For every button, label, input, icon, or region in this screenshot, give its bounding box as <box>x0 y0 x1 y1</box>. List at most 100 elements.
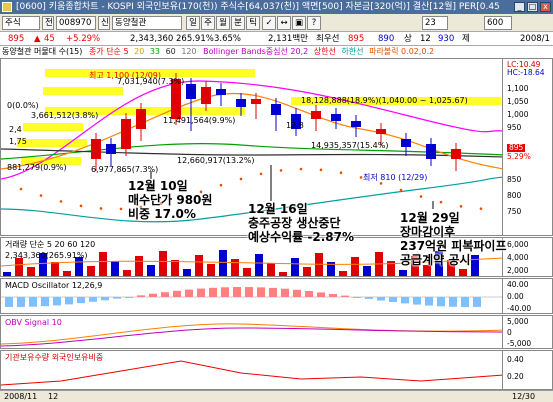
low-price-label: 최저 810 (12/29) <box>363 173 428 182</box>
macd-bar <box>113 297 121 299</box>
axis-label: 40.00 <box>507 280 529 289</box>
macd-bar <box>293 289 301 297</box>
legend-ma60[interactable]: 60 <box>166 47 176 56</box>
volume-bar <box>123 270 131 276</box>
axis-label: 1,100 <box>507 84 529 93</box>
legend-bollinger[interactable]: Bollinger Bands중심선 20,2 <box>203 47 308 56</box>
help-icon[interactable]: ? <box>307 16 321 30</box>
macd-bar <box>437 297 445 307</box>
date-end: 12/30 <box>512 392 536 401</box>
legend-price-ma[interactable]: 종가 단순 5 <box>89 47 129 56</box>
volume-bar <box>351 257 359 276</box>
volume-bar <box>87 266 95 276</box>
vol-profile-label-3: 11,491,564(9.9%) <box>163 116 236 125</box>
macd-bar <box>269 287 277 297</box>
legend-ma120[interactable]: 120 <box>181 47 196 56</box>
volume-bar <box>243 268 251 276</box>
legend-ma20[interactable]: 20 <box>134 47 144 56</box>
vol-profile-label-8: 6,977,865(7.3%) <box>91 165 159 174</box>
small-tool-icon-3[interactable]: ▣ <box>292 16 306 30</box>
legend-lower-band[interactable]: 하한선 <box>341 47 363 56</box>
annotation-line: 237억원 피복파이프 <box>400 239 507 253</box>
vol-profile-label-6: 14,935,357(15.4%) <box>311 141 389 150</box>
legend-parabolic[interactable]: 파라볼릭 0.02,0.2 <box>369 47 434 56</box>
volume-bar <box>459 269 467 276</box>
volume-bar <box>171 260 179 276</box>
volume-bar <box>63 271 71 276</box>
axis-label: -40.00 <box>507 304 532 313</box>
change-arrow-icon: ▲ <box>34 34 41 44</box>
stock-code-input[interactable]: 008970 <box>56 16 96 30</box>
unit-two: 930 <box>438 34 455 44</box>
macd-bar <box>329 293 337 297</box>
close-button[interactable]: x <box>540 2 551 12</box>
vol-profile-label-5: 12,8 <box>286 121 304 130</box>
holdings-chart-panel[interactable]: 기관보유수량 외국인보유비중 <box>0 350 503 390</box>
credit-button[interactable]: 신 <box>98 16 110 30</box>
maximize-button[interactable]: □ <box>527 2 538 12</box>
legend-stock[interactable]: 동양철관 머물대 수(15) <box>2 47 82 56</box>
period-week-button[interactable]: 주 <box>201 16 215 30</box>
candle-body <box>216 89 226 95</box>
macd-bar <box>125 297 133 298</box>
current-change-tag: 5.29% <box>507 152 531 161</box>
macd-bar <box>101 297 109 301</box>
search-button[interactable]: 전 <box>42 16 54 30</box>
parabolic-dot <box>359 176 363 179</box>
macd-bar <box>317 292 325 297</box>
ask-price: 895 <box>348 34 365 44</box>
parabolic-dot <box>399 188 403 192</box>
parabolic-dot <box>39 194 43 197</box>
parabolic-dot <box>299 167 303 171</box>
macd-chart-panel[interactable]: MACD Oscillator 12,26,9 <box>0 278 503 314</box>
holdings-line <box>1 360 502 386</box>
macd-bar <box>341 295 349 297</box>
parabolic-dot <box>239 177 243 181</box>
volume-profile-band <box>23 123 83 131</box>
small-tool-icon-2[interactable]: ↔ <box>277 16 291 30</box>
vol-profile-label-2: 3,661,512(3.8%) <box>31 111 99 120</box>
small-tool-icon-1[interactable]: ✓ <box>262 16 276 30</box>
annotation-dec16: 12월 16일 충주공장 생산중단 예상수익률 -2.87% <box>248 202 354 244</box>
turnover-rate: 3.65% <box>214 34 242 44</box>
axis-label: 0 <box>507 328 512 337</box>
period-month-button[interactable]: 월 <box>216 16 230 30</box>
window-title-bar: [0600] 키움종합차트 - KOSPI 외국인보유(170(천)) 주식수[… <box>0 0 553 14</box>
volume-bar <box>231 259 239 276</box>
axis-label: 2,000 <box>507 266 529 275</box>
minimize-button[interactable]: _ <box>514 2 525 12</box>
obv-chart <box>1 323 502 347</box>
legend-upper-band[interactable]: 상한선 <box>314 47 336 56</box>
stock-name-field[interactable]: 동양철관 <box>112 16 182 30</box>
parabolic-dot <box>459 205 463 208</box>
candle-body <box>251 99 261 104</box>
macd-bar <box>245 287 253 297</box>
candle-body <box>271 104 281 115</box>
macd-bar <box>389 297 397 303</box>
axis-label: 6,000 <box>507 240 529 249</box>
vol-profile-label-1: 7,031,940(7.3%) <box>117 77 185 86</box>
macd-bar <box>17 297 25 307</box>
volume-bar <box>363 266 371 276</box>
obv-chart-panel[interactable]: OBV Signal 10 <box>0 315 503 349</box>
market-select[interactable]: 주식 <box>2 16 40 30</box>
period-day-button[interactable]: 일 <box>186 16 200 30</box>
volume-value: 2,343,360 <box>130 34 174 44</box>
count-input[interactable]: 600 <box>484 16 512 30</box>
legend-ma33[interactable]: 33 <box>150 47 160 56</box>
period-tick-button[interactable]: 틱 <box>246 16 260 30</box>
volume-bar <box>303 267 311 276</box>
volume-bar <box>339 271 347 276</box>
volume-bar <box>147 265 155 276</box>
macd-bar <box>413 297 421 305</box>
volume-profile-band <box>43 87 123 95</box>
legend-hc: HC:-18.64 <box>507 68 545 77</box>
parabolic-dot <box>279 169 283 172</box>
parabolic-dot <box>119 207 123 211</box>
candle-body <box>401 139 411 147</box>
period-minute-button[interactable]: 분 <box>231 16 245 30</box>
tick-value-input[interactable]: 23 <box>422 16 448 30</box>
macd-bar <box>77 297 85 304</box>
macd-bar <box>425 297 433 306</box>
app-icon <box>2 2 12 12</box>
